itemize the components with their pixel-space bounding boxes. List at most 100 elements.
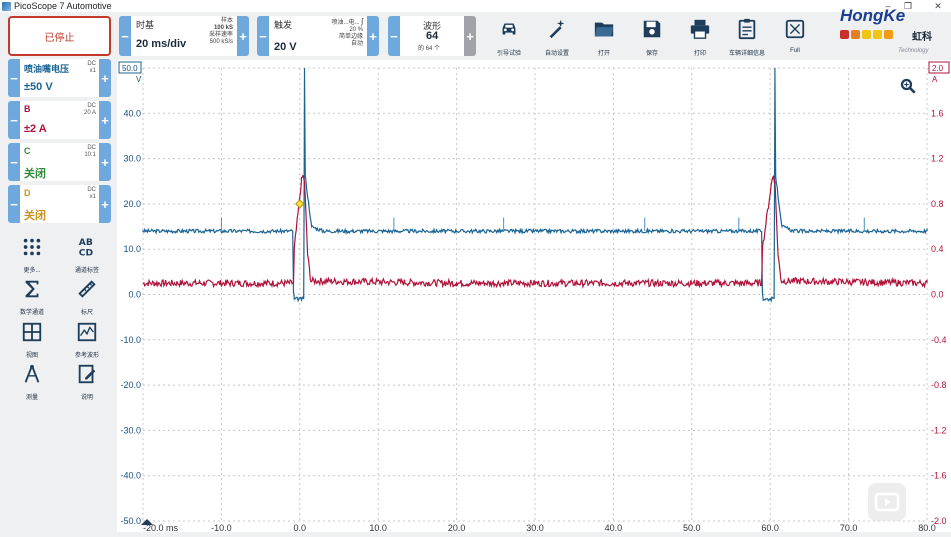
measure-button[interactable]: 测量 <box>12 363 52 401</box>
reference-waveform-button[interactable]: 参考波形 <box>67 321 107 359</box>
trigger-mode[interactable]: 简单边缘 <box>332 34 363 41</box>
channel-d-control[interactable]: − D DC x1 关闭 + <box>8 185 111 223</box>
channel-d-name: D <box>24 188 31 198</box>
channel-d-decrease-button[interactable]: − <box>8 185 20 223</box>
waveform-index[interactable]: 64 <box>426 30 438 42</box>
channel-labels-icon: ABCD <box>79 237 94 258</box>
more-label: 更多... <box>23 268 41 274</box>
timebase-label: 时基 <box>136 20 155 30</box>
channel-b-increase-button[interactable]: + <box>99 101 111 139</box>
app-icon <box>2 1 11 11</box>
timebase-decrease-button[interactable]: − <box>119 16 131 56</box>
guided-test-button[interactable]: 引导试验 <box>489 16 529 57</box>
views-button[interactable]: 视图 <box>12 321 52 359</box>
samples-value[interactable]: 100 kS <box>209 25 233 32</box>
trigger-auto[interactable]: 自动 <box>332 41 363 48</box>
left-axis-tick-label: -10.0 <box>120 335 141 345</box>
right-axis-tick-label: -0.4 <box>931 335 947 345</box>
right-axis-tick-label: 0.0 <box>931 290 944 300</box>
run-stop-button[interactable]: 已停止 <box>8 16 111 56</box>
channel-a-probe: x1 <box>89 68 96 74</box>
print-button[interactable]: 打印 <box>680 16 720 57</box>
channel-a-control[interactable]: − 喷油嘴电压 DC x1 ±50 V + <box>8 59 111 97</box>
auto-setup-button[interactable]: 自动设置 <box>537 16 577 57</box>
folder-icon <box>594 22 614 37</box>
x-axis-tick-label: -10.0 <box>211 523 232 532</box>
channel-c-range[interactable]: 关闭 <box>24 165 46 181</box>
print-label: 打印 <box>693 51 706 57</box>
fullscreen-icon <box>785 19 805 39</box>
reference-waveform-icon <box>77 322 97 342</box>
channel-c-name: C <box>24 146 31 156</box>
trigger-label: 触发 <box>274 20 293 30</box>
right-axis-top-label: 2.0 <box>932 64 944 73</box>
channel-a-increase-button[interactable]: + <box>99 59 111 97</box>
window-title: PicoScope 7 Automotive <box>14 1 112 11</box>
fullscreen-button[interactable]: Full <box>775 16 815 56</box>
title-bar: PicoScope 7 Automotive <box>0 0 951 12</box>
channel-c-coupling: DC <box>87 145 96 151</box>
trigger-level-value[interactable]: 20 V <box>274 41 297 53</box>
channel-b-control[interactable]: − B DC 20 A ±2 A + <box>8 101 111 139</box>
left-axis-tick-label: -50.0 <box>120 516 141 526</box>
brand-name: HongKe <box>840 6 906 25</box>
vehicle-details-button[interactable]: 车辆详细信息 <box>727 16 767 57</box>
more-button[interactable]: 更多... <box>12 236 52 274</box>
x-axis-tick-label: 70.0 <box>840 523 858 532</box>
math-channels-button[interactable]: 数学通道 <box>12 278 52 316</box>
timebase-value[interactable]: 20 ms/div <box>136 38 186 50</box>
left-axis-tick-label: 40.0 <box>123 108 141 118</box>
x-axis-tick-label: 30.0 <box>526 523 544 532</box>
scope-chart[interactable]: 40.0 30.0 20.0 10.0 0.0 -10.0 -20.0 -30.0 -40.0 -… <box>117 60 951 533</box>
guided-test-label: 引导试验 <box>496 51 521 57</box>
brand-chinese-name: 虹科 <box>912 32 932 43</box>
channel-b-coupling: DC <box>87 103 96 109</box>
trigger-source[interactable]: 喷油...电... <box>332 20 360 26</box>
waveform-previous-button[interactable]: − <box>388 16 400 56</box>
left-axis-tick-label: 10.0 <box>123 244 141 254</box>
channel-labels-button[interactable]: AB CD 通道标签 <box>67 236 107 274</box>
rulers-button[interactable]: 标尺 <box>67 278 107 316</box>
trigger-increase-button[interactable]: + <box>367 16 379 56</box>
measure-label: 测量 <box>25 395 38 401</box>
fullscreen-label: Full <box>790 48 800 54</box>
more-icon <box>23 238 41 256</box>
notes-button[interactable]: 说明 <box>67 363 107 401</box>
car-icon <box>502 23 516 35</box>
auto-setup-label: 自动设置 <box>544 51 569 57</box>
x-axis-tick-label: 60.0 <box>761 523 779 532</box>
channel-b-probe: 20 A <box>83 110 96 116</box>
channel-a-coupling: DC <box>87 61 96 67</box>
waveform-buffer-control: − 波形 64 的 64 个 + <box>388 16 476 56</box>
channel-d-range[interactable]: 关闭 <box>24 207 46 223</box>
channel-d-increase-button[interactable]: + <box>99 185 111 223</box>
wand-icon <box>549 19 565 39</box>
channel-c-decrease-button[interactable]: − <box>8 143 20 181</box>
right-axis-tick-label: -1.2 <box>931 425 947 435</box>
zoom-icon[interactable] <box>899 77 917 95</box>
views-label: 视图 <box>25 353 38 359</box>
scope-view[interactable]: 40.0 30.0 20.0 10.0 0.0 -10.0 -20.0 -30.0 -40.0 -… <box>117 60 951 533</box>
save-button[interactable]: 保存 <box>632 16 672 57</box>
channel-d-coupling: DC <box>87 187 96 193</box>
channel-a-decrease-button[interactable]: − <box>8 59 20 97</box>
channel-b-range[interactable]: ±2 A <box>24 123 47 135</box>
svg-text:CD: CD <box>79 247 94 258</box>
printer-icon <box>690 19 710 39</box>
channel-labels-label: 通道标签 <box>74 268 99 274</box>
notes-icon <box>78 364 96 384</box>
clipboard-icon <box>738 18 756 40</box>
channel-c-increase-button[interactable]: + <box>99 143 111 181</box>
channel-c-control[interactable]: − C DC 10:1 关闭 + <box>8 143 111 181</box>
trigger-decrease-button[interactable]: − <box>257 16 269 56</box>
open-button[interactable]: 打开 <box>584 16 624 57</box>
channel-b-decrease-button[interactable]: − <box>8 101 20 139</box>
right-axis-tick-label: 1.6 <box>931 108 944 118</box>
x-axis-tick-label: 10.0 <box>369 523 387 532</box>
x-axis-tick-label: 50.0 <box>683 523 701 532</box>
waveform-next-button[interactable]: + <box>464 16 476 56</box>
channel-a-range[interactable]: ±50 V <box>24 81 53 93</box>
left-axis-tick-label: 30.0 <box>123 154 141 164</box>
waveform-total: 的 64 个 <box>418 46 441 52</box>
timebase-increase-button[interactable]: + <box>237 16 249 56</box>
